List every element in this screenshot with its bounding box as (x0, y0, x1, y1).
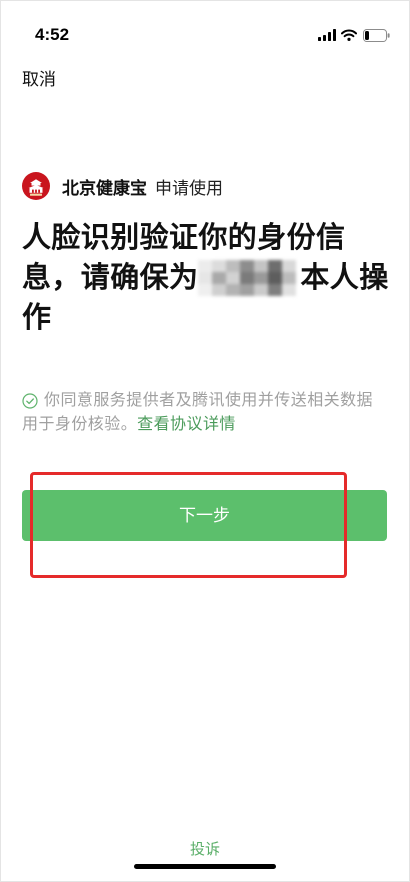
title-line-2: 息，请确保为 本人操 (22, 258, 392, 298)
name-mosaic (198, 260, 297, 296)
app-info-row: 北京健康宝 申请使用 (22, 172, 223, 200)
mosaic-tile (212, 284, 227, 296)
mosaic-tile (240, 260, 255, 272)
check-circle-icon[interactable] (22, 393, 38, 409)
app-action-text: 申请使用 (155, 178, 223, 198)
complaint-link[interactable]: 投诉 (0, 839, 410, 861)
mosaic-tile (226, 260, 241, 272)
mosaic-tile (268, 260, 283, 272)
status-time: 4:52 (35, 25, 70, 44)
cancel-button[interactable]: 取消 (22, 69, 56, 91)
view-agreement-link[interactable]: 查看协议详情 (137, 413, 236, 437)
agreement-text-line-1: 你同意服务提供者及腾讯使用并传送相关数据 (44, 392, 374, 409)
mosaic-tile (226, 272, 241, 284)
mosaic-tile (254, 272, 269, 284)
mosaic-tile (198, 272, 213, 284)
mosaic-tile (268, 272, 283, 284)
agreement-line-2: 用于身份核验。 查看协议详情 (22, 413, 388, 437)
mosaic-tile (240, 272, 255, 284)
app-name: 北京健康宝 (62, 178, 147, 198)
page-title: 人脸识别验证你的身份信 息，请确保为 本人操 作 (22, 218, 392, 338)
mosaic-tile (282, 260, 297, 272)
mosaic-tile (254, 284, 269, 296)
mosaic-tile (198, 284, 213, 296)
title-line-2-suffix: 本人操 (300, 262, 389, 294)
screen-frame (0, 0, 410, 882)
wifi-icon (341, 29, 357, 41)
agreement-line-1: 你同意服务提供者及腾讯使用并传送相关数据 (22, 389, 388, 413)
mosaic-tile (268, 284, 283, 296)
signal-icon (318, 29, 336, 41)
mosaic-tile (226, 284, 241, 296)
mosaic-tile (282, 272, 297, 284)
title-line-2-prefix: 息，请确保为 (22, 262, 199, 294)
battery-icon (363, 29, 390, 42)
mosaic-tile (254, 260, 269, 272)
mosaic-tile (240, 284, 255, 296)
mosaic-tile (282, 284, 297, 296)
beijing-health-logo-icon (22, 172, 50, 200)
agreement-notice: 你同意服务提供者及腾讯使用并传送相关数据 用于身份核验。 查看协议详情 (22, 389, 388, 437)
agreement-text-line-2: 用于身份核验。 (22, 416, 138, 433)
next-step-button[interactable]: 下一步 (22, 490, 387, 541)
mosaic-tile (212, 272, 227, 284)
title-line-1: 人脸识别验证你的身份信 (22, 222, 346, 254)
title-line-3: 作 (22, 302, 52, 334)
mosaic-tile (198, 260, 213, 272)
home-indicator[interactable] (134, 864, 276, 869)
mosaic-tile (212, 260, 227, 272)
